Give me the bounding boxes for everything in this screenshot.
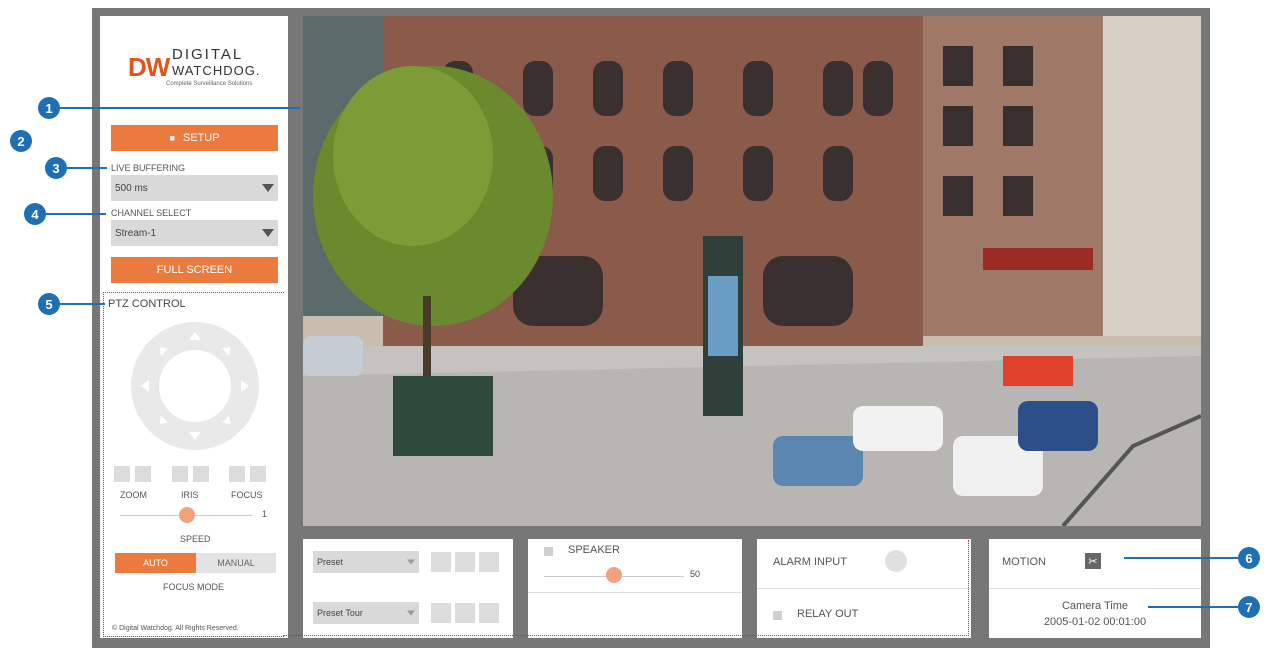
channel-select-label: CHANNEL SELECT bbox=[111, 208, 192, 218]
callout-3-line bbox=[67, 167, 107, 169]
callout-1-line bbox=[60, 107, 300, 109]
callout-6-line bbox=[1124, 557, 1238, 559]
fullscreen-button[interactable]: FULL SCREEN bbox=[111, 257, 278, 283]
chevron-down-icon bbox=[262, 184, 274, 192]
brand-logo: DW DIGITAL WATCHDOG. Complete Surveillan… bbox=[128, 46, 261, 90]
chevron-down-icon bbox=[262, 229, 274, 237]
camera-time-value: 2005-01-02 00:01:00 bbox=[1043, 616, 1147, 628]
logo-line2: WATCHDOG. bbox=[172, 63, 261, 78]
callout-5: 5 bbox=[38, 293, 60, 315]
ptz-annotation-box bbox=[103, 292, 284, 637]
setup-button[interactable]: ■ SETUP bbox=[111, 125, 278, 151]
callout-2: 2 bbox=[10, 130, 32, 152]
live-buffering-value: 500 ms bbox=[115, 182, 148, 194]
callout-4: 4 bbox=[24, 203, 46, 225]
callout-3: 3 bbox=[45, 157, 67, 179]
logo-tagline: Complete Surveillance Solutions bbox=[166, 81, 253, 87]
callout-5-line bbox=[60, 303, 105, 305]
channel-select[interactable]: Stream-1 bbox=[111, 220, 278, 246]
fullscreen-label: FULL SCREEN bbox=[156, 264, 233, 276]
callout-7: 7 bbox=[1238, 596, 1260, 618]
live-video-feed[interactable] bbox=[303, 16, 1201, 526]
live-buffering-label: LIVE BUFFERING bbox=[111, 163, 186, 173]
callout-6: 6 bbox=[1238, 547, 1260, 569]
callout-7-line bbox=[1148, 606, 1238, 608]
channel-select-value: Stream-1 bbox=[115, 227, 157, 239]
status-panel: MOTION ✂ Camera Time 2005-01-02 00:01:00 bbox=[989, 539, 1201, 638]
ptz-annotation-box-bottom bbox=[283, 540, 969, 636]
gear-icon: ■ bbox=[169, 133, 175, 143]
callout-4-line bbox=[46, 213, 106, 215]
setup-label: SETUP bbox=[182, 132, 220, 144]
logo-line1: DIGITAL bbox=[172, 46, 244, 63]
motion-label: MOTION bbox=[1002, 556, 1046, 568]
motion-indicator-icon: ✂ bbox=[1085, 553, 1101, 569]
callout-1: 1 bbox=[38, 97, 60, 119]
divider bbox=[989, 588, 1201, 589]
street-scene bbox=[303, 16, 1201, 526]
live-buffering-select[interactable]: 500 ms bbox=[111, 175, 278, 201]
logo-mark: DW bbox=[128, 52, 170, 82]
